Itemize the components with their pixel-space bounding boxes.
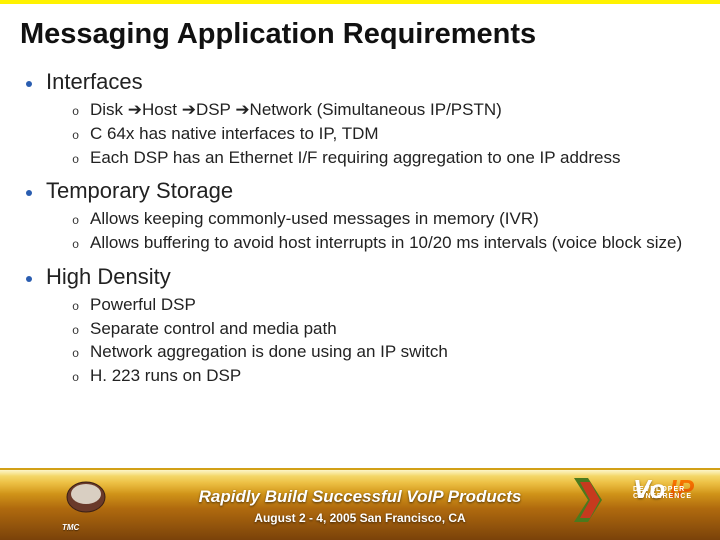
list-item: oDisk ➔Host ➔DSP ➔Network (Simultaneous … [72,99,700,121]
voip-logo-subtext: DEVELOPER CONFERENCE [633,486,692,500]
section-label: Temporary Storage [46,178,233,204]
circle-bullet-icon: o [72,324,90,338]
footer-headline: Rapidly Build Successful VoIP Products [199,487,522,507]
section-high-density: High Density oPowerful DSP oSeparate con… [26,264,700,387]
list-item: oSeparate control and media path [72,318,700,340]
list-item-text: H. 223 runs on DSP [90,365,241,387]
bullet-dot-icon [26,81,32,87]
slide-content: Messaging Application Requirements Inter… [0,4,720,387]
list-item-text: Separate control and media path [90,318,337,340]
list-item: oC 64x has native interfaces to IP, TDM [72,123,700,145]
bullet-dot-icon [26,190,32,196]
circle-bullet-icon: o [72,129,90,143]
bullet-dot-icon [26,276,32,282]
section-temporary-storage: Temporary Storage oAllows keeping common… [26,178,700,254]
list-item: oPowerful DSP [72,294,700,316]
sub-list: oDisk ➔Host ➔DSP ➔Network (Simultaneous … [72,99,700,168]
list-item-text: Network aggregation is done using an IP … [90,341,448,363]
list-item-text: Allows buffering to avoid host interrupt… [90,232,682,254]
list-item-text: Powerful DSP [90,294,196,316]
bullet-list: Interfaces oDisk ➔Host ➔DSP ➔Network (Si… [26,69,700,387]
circle-bullet-icon: o [72,238,90,252]
voip-logo: VoIP DEVELOPER CONFERENCE [633,476,694,502]
list-item-text: Allows keeping commonly-used messages in… [90,208,539,230]
circle-bullet-icon: o [72,153,90,167]
section-label: High Density [46,264,171,290]
list-item-text: Each DSP has an Ethernet I/F requiring a… [90,147,621,169]
circle-bullet-icon: o [72,371,90,385]
list-item: oNetwork aggregation is done using an IP… [72,341,700,363]
section-interfaces: Interfaces oDisk ➔Host ➔DSP ➔Network (Si… [26,69,700,168]
list-item-text: Disk ➔Host ➔DSP ➔Network (Simultaneous I… [90,99,502,121]
list-item: oAllows keeping commonly-used messages i… [72,208,700,230]
section-label: Interfaces [46,69,143,95]
chevron-icon [574,478,602,522]
list-item: oAllows buffering to avoid host interrup… [72,232,700,254]
slide-title: Messaging Application Requirements [20,18,700,51]
list-item-text: C 64x has native interfaces to IP, TDM [90,123,379,145]
sub-list: oPowerful DSP oSeparate control and medi… [72,294,700,387]
list-item: oH. 223 runs on DSP [72,365,700,387]
footer-band: TMC Rapidly Build Successful VoIP Produc… [0,468,720,540]
circle-bullet-icon: o [72,300,90,314]
circle-bullet-icon: o [72,347,90,361]
footer-inner: Rapidly Build Successful VoIP Products A… [0,470,720,540]
circle-bullet-icon: o [72,105,90,119]
footer-subline: August 2 - 4, 2005 San Francisco, CA [254,511,465,525]
sub-list: oAllows keeping commonly-used messages i… [72,208,700,254]
circle-bullet-icon: o [72,214,90,228]
list-item: oEach DSP has an Ethernet I/F requiring … [72,147,700,169]
slide: Messaging Application Requirements Inter… [0,0,720,540]
